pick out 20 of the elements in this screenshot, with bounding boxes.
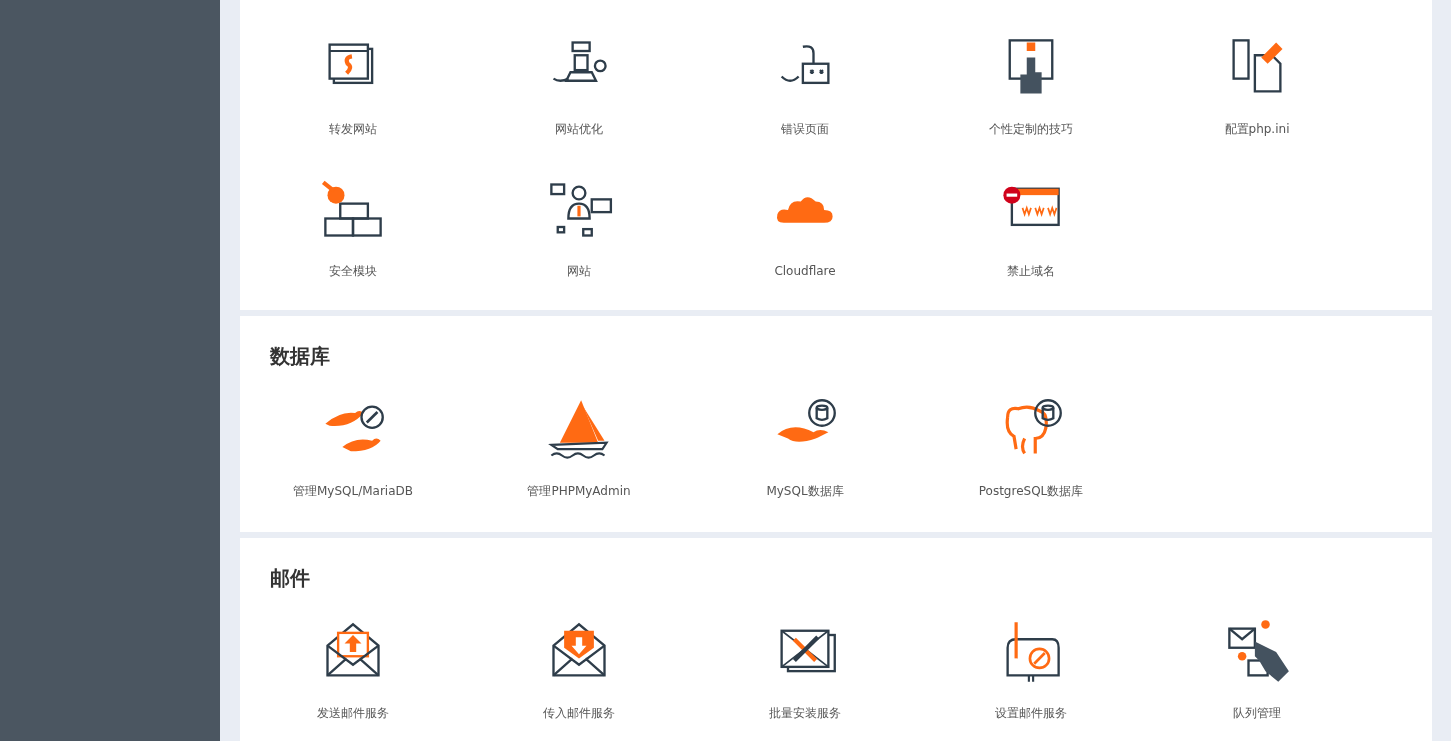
tool-link[interactable]: 网站优化 xyxy=(466,34,692,138)
tool-link[interactable]: 错误页面 xyxy=(692,34,918,138)
tool-link[interactable]: 批量安装服务 xyxy=(692,618,918,722)
tool-link[interactable]: MySQL数据库 xyxy=(692,396,918,500)
tool-link[interactable]: 个性定制的技巧 xyxy=(918,34,1144,138)
tool-link[interactable]: 发送邮件服务 xyxy=(240,618,466,722)
tool-link[interactable]: 管理PHPMyAdmin xyxy=(466,396,692,500)
tool-link[interactable]: 转发网站 xyxy=(240,34,466,138)
tool-link[interactable]: Cloudflare xyxy=(692,176,918,280)
tool-link[interactable]: 网站 xyxy=(466,176,692,280)
tool-link[interactable]: 配置php.ini xyxy=(1144,34,1370,138)
section-title: 邮件 xyxy=(270,565,311,592)
tool-link[interactable]: 管理MySQL/MariaDB xyxy=(240,396,466,500)
tool-link[interactable]: 队列管理 xyxy=(1144,618,1370,722)
tool-link[interactable]: 传入邮件服务 xyxy=(466,618,692,722)
tool-link[interactable]: PostgreSQL数据库 xyxy=(918,396,1144,500)
tool-link[interactable]: 禁止域名 xyxy=(918,176,1144,280)
tool-link[interactable]: 设置邮件服务 xyxy=(918,618,1144,722)
tool-link[interactable]: 安全模块 xyxy=(240,176,466,280)
section-title: 数据库 xyxy=(270,343,331,370)
